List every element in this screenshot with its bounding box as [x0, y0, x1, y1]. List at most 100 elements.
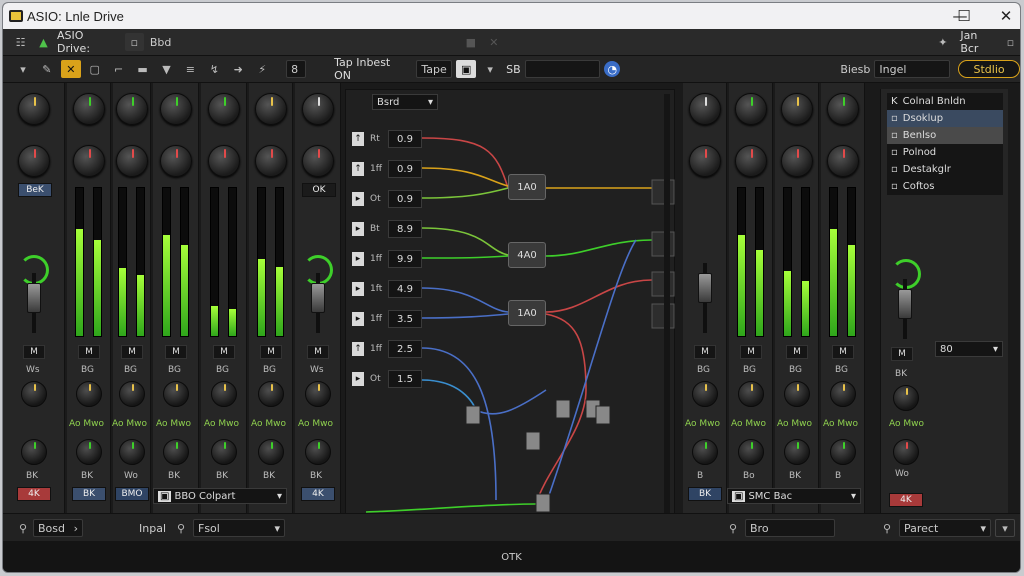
output-port[interactable]	[651, 271, 675, 297]
mid-field[interactable]: Bro	[745, 519, 835, 537]
box-tool-icon[interactable]: ▢	[85, 60, 105, 78]
left-output-dropdown[interactable]: ▣ BBO Colpart ▾	[153, 488, 287, 504]
mute-button[interactable]: M	[23, 345, 45, 359]
gain-knob[interactable]	[830, 439, 856, 465]
send-knob[interactable]	[163, 381, 189, 407]
close-small-icon[interactable]: ▾	[995, 519, 1015, 537]
gain-knob[interactable]	[784, 439, 810, 465]
trim-knob[interactable]	[160, 145, 192, 177]
mute-button[interactable]: M	[832, 345, 854, 359]
routing-node[interactable]: 1A0	[508, 174, 546, 200]
patch-point[interactable]	[535, 493, 551, 513]
mute-button[interactable]: M	[740, 345, 762, 359]
output-port[interactable]	[651, 303, 675, 329]
panel-send-knob[interactable]	[893, 385, 919, 411]
search-icon[interactable]: ⚲	[877, 519, 897, 537]
home-icon[interactable]: ▲	[34, 33, 53, 51]
pen-tool-icon[interactable]: ✎	[37, 60, 57, 78]
trim-knob[interactable]	[208, 145, 240, 177]
pin-icon[interactable]: ✦	[933, 33, 952, 51]
channel-badge[interactable]: 4K	[17, 487, 51, 501]
right-dropdown[interactable]: Parect ▾	[899, 519, 991, 537]
mute-button[interactable]: M	[307, 345, 329, 359]
output-port[interactable]	[651, 179, 675, 205]
strip-top-label[interactable]: OK	[302, 183, 336, 197]
pan-knob[interactable]	[781, 93, 813, 125]
gain-knob[interactable]	[21, 439, 47, 465]
pan-knob[interactable]	[827, 93, 859, 125]
close-button[interactable]: ✕	[985, 3, 1020, 29]
panel-fader[interactable]	[898, 289, 912, 319]
panel-channel-badge[interactable]: 4K	[889, 493, 923, 507]
transport-stop-icon[interactable]: ■	[461, 33, 480, 51]
bracket-tool-icon[interactable]: ⌐	[109, 60, 129, 78]
studio-button[interactable]: Stdlio	[958, 60, 1020, 78]
pan-knob[interactable]	[255, 93, 287, 125]
trim-knob[interactable]	[781, 145, 813, 177]
brush-icon[interactable]: ⚡	[252, 60, 272, 78]
matrix-scrollbar[interactable]	[664, 94, 670, 514]
channel-badge[interactable]: BK	[72, 487, 106, 501]
panel-gain-knob[interactable]	[893, 439, 919, 465]
bottom-left-field[interactable]: Bosd ›	[33, 519, 83, 537]
mute-button[interactable]: M	[213, 345, 235, 359]
channel-badge[interactable]: BK	[688, 487, 722, 501]
send-knob[interactable]	[119, 381, 145, 407]
trim-knob[interactable]	[116, 145, 148, 177]
gain-knob[interactable]	[692, 439, 718, 465]
cross-tool-icon[interactable]: ✕	[60, 60, 81, 78]
preset-dropdown[interactable]: Ingel	[874, 60, 951, 78]
send-knob[interactable]	[211, 381, 237, 407]
send-knob[interactable]	[738, 381, 764, 407]
panel-list-item[interactable]: K Colnal Bnldn	[887, 93, 1003, 110]
panel-list-item[interactable]: ▫ Dsoklup	[887, 110, 1003, 127]
patch-point[interactable]	[595, 405, 611, 425]
toolbar-text-field[interactable]	[524, 60, 601, 78]
output-port[interactable]	[651, 231, 675, 257]
gain-knob[interactable]	[305, 439, 331, 465]
trim-knob[interactable]	[255, 145, 287, 177]
channel-badge[interactable]: BMO	[115, 487, 149, 501]
trash-icon[interactable]: ▬	[133, 60, 153, 78]
routing-node[interactable]: 1A0	[508, 300, 546, 326]
pan-knob[interactable]	[116, 93, 148, 125]
bookmark-icon[interactable]: ▼	[157, 60, 177, 78]
pan-knob[interactable]	[689, 93, 721, 125]
patch-point[interactable]	[465, 405, 481, 425]
send-knob[interactable]	[830, 381, 856, 407]
send-knob[interactable]	[258, 381, 284, 407]
gain-knob[interactable]	[738, 439, 764, 465]
mute-button[interactable]: M	[121, 345, 143, 359]
trim-knob[interactable]	[18, 145, 50, 177]
mute-button[interactable]: M	[694, 345, 716, 359]
trim-knob[interactable]	[689, 145, 721, 177]
menu-item[interactable]: Bbd	[150, 36, 172, 49]
filter-icon[interactable]: ≡	[180, 60, 200, 78]
send-knob[interactable]	[784, 381, 810, 407]
menu-square-icon[interactable]: ▫	[124, 33, 144, 51]
gain-knob[interactable]	[119, 439, 145, 465]
transport-cross-icon[interactable]: ✕	[484, 33, 503, 51]
forward-icon[interactable]: ➜	[228, 60, 248, 78]
trim-knob[interactable]	[827, 145, 859, 177]
send-knob[interactable]	[21, 381, 47, 407]
info-icon[interactable]: ◔	[604, 61, 621, 77]
app-menu-label[interactable]: ASIO Drive:	[57, 29, 117, 55]
search-icon[interactable]: ⚲	[171, 519, 191, 537]
toolbar-dropdown[interactable]: Tape	[416, 60, 453, 78]
pan-knob[interactable]	[735, 93, 767, 125]
routing-node[interactable]: 4A0	[508, 242, 546, 268]
panel-list-item[interactable]: ▫ Destakglr	[887, 161, 1003, 178]
pan-knob[interactable]	[160, 93, 192, 125]
dropdown-open-icon[interactable]: ▣	[456, 60, 477, 78]
panel-list-item[interactable]: ▫ Polnod	[887, 144, 1003, 161]
search-icon[interactable]: ⚲	[723, 519, 743, 537]
strip-top-label[interactable]: BeK	[18, 183, 52, 197]
send-knob[interactable]	[76, 381, 102, 407]
dropdown-arrow-icon[interactable]: ▾	[13, 60, 33, 78]
mute-button[interactable]: M	[78, 345, 100, 359]
channel-fader[interactable]	[311, 283, 325, 313]
menu-right-label[interactable]: Jan Bcr	[960, 29, 997, 55]
pan-knob[interactable]	[73, 93, 105, 125]
panel-list-item[interactable]: ▫ Benlso	[887, 127, 1003, 144]
